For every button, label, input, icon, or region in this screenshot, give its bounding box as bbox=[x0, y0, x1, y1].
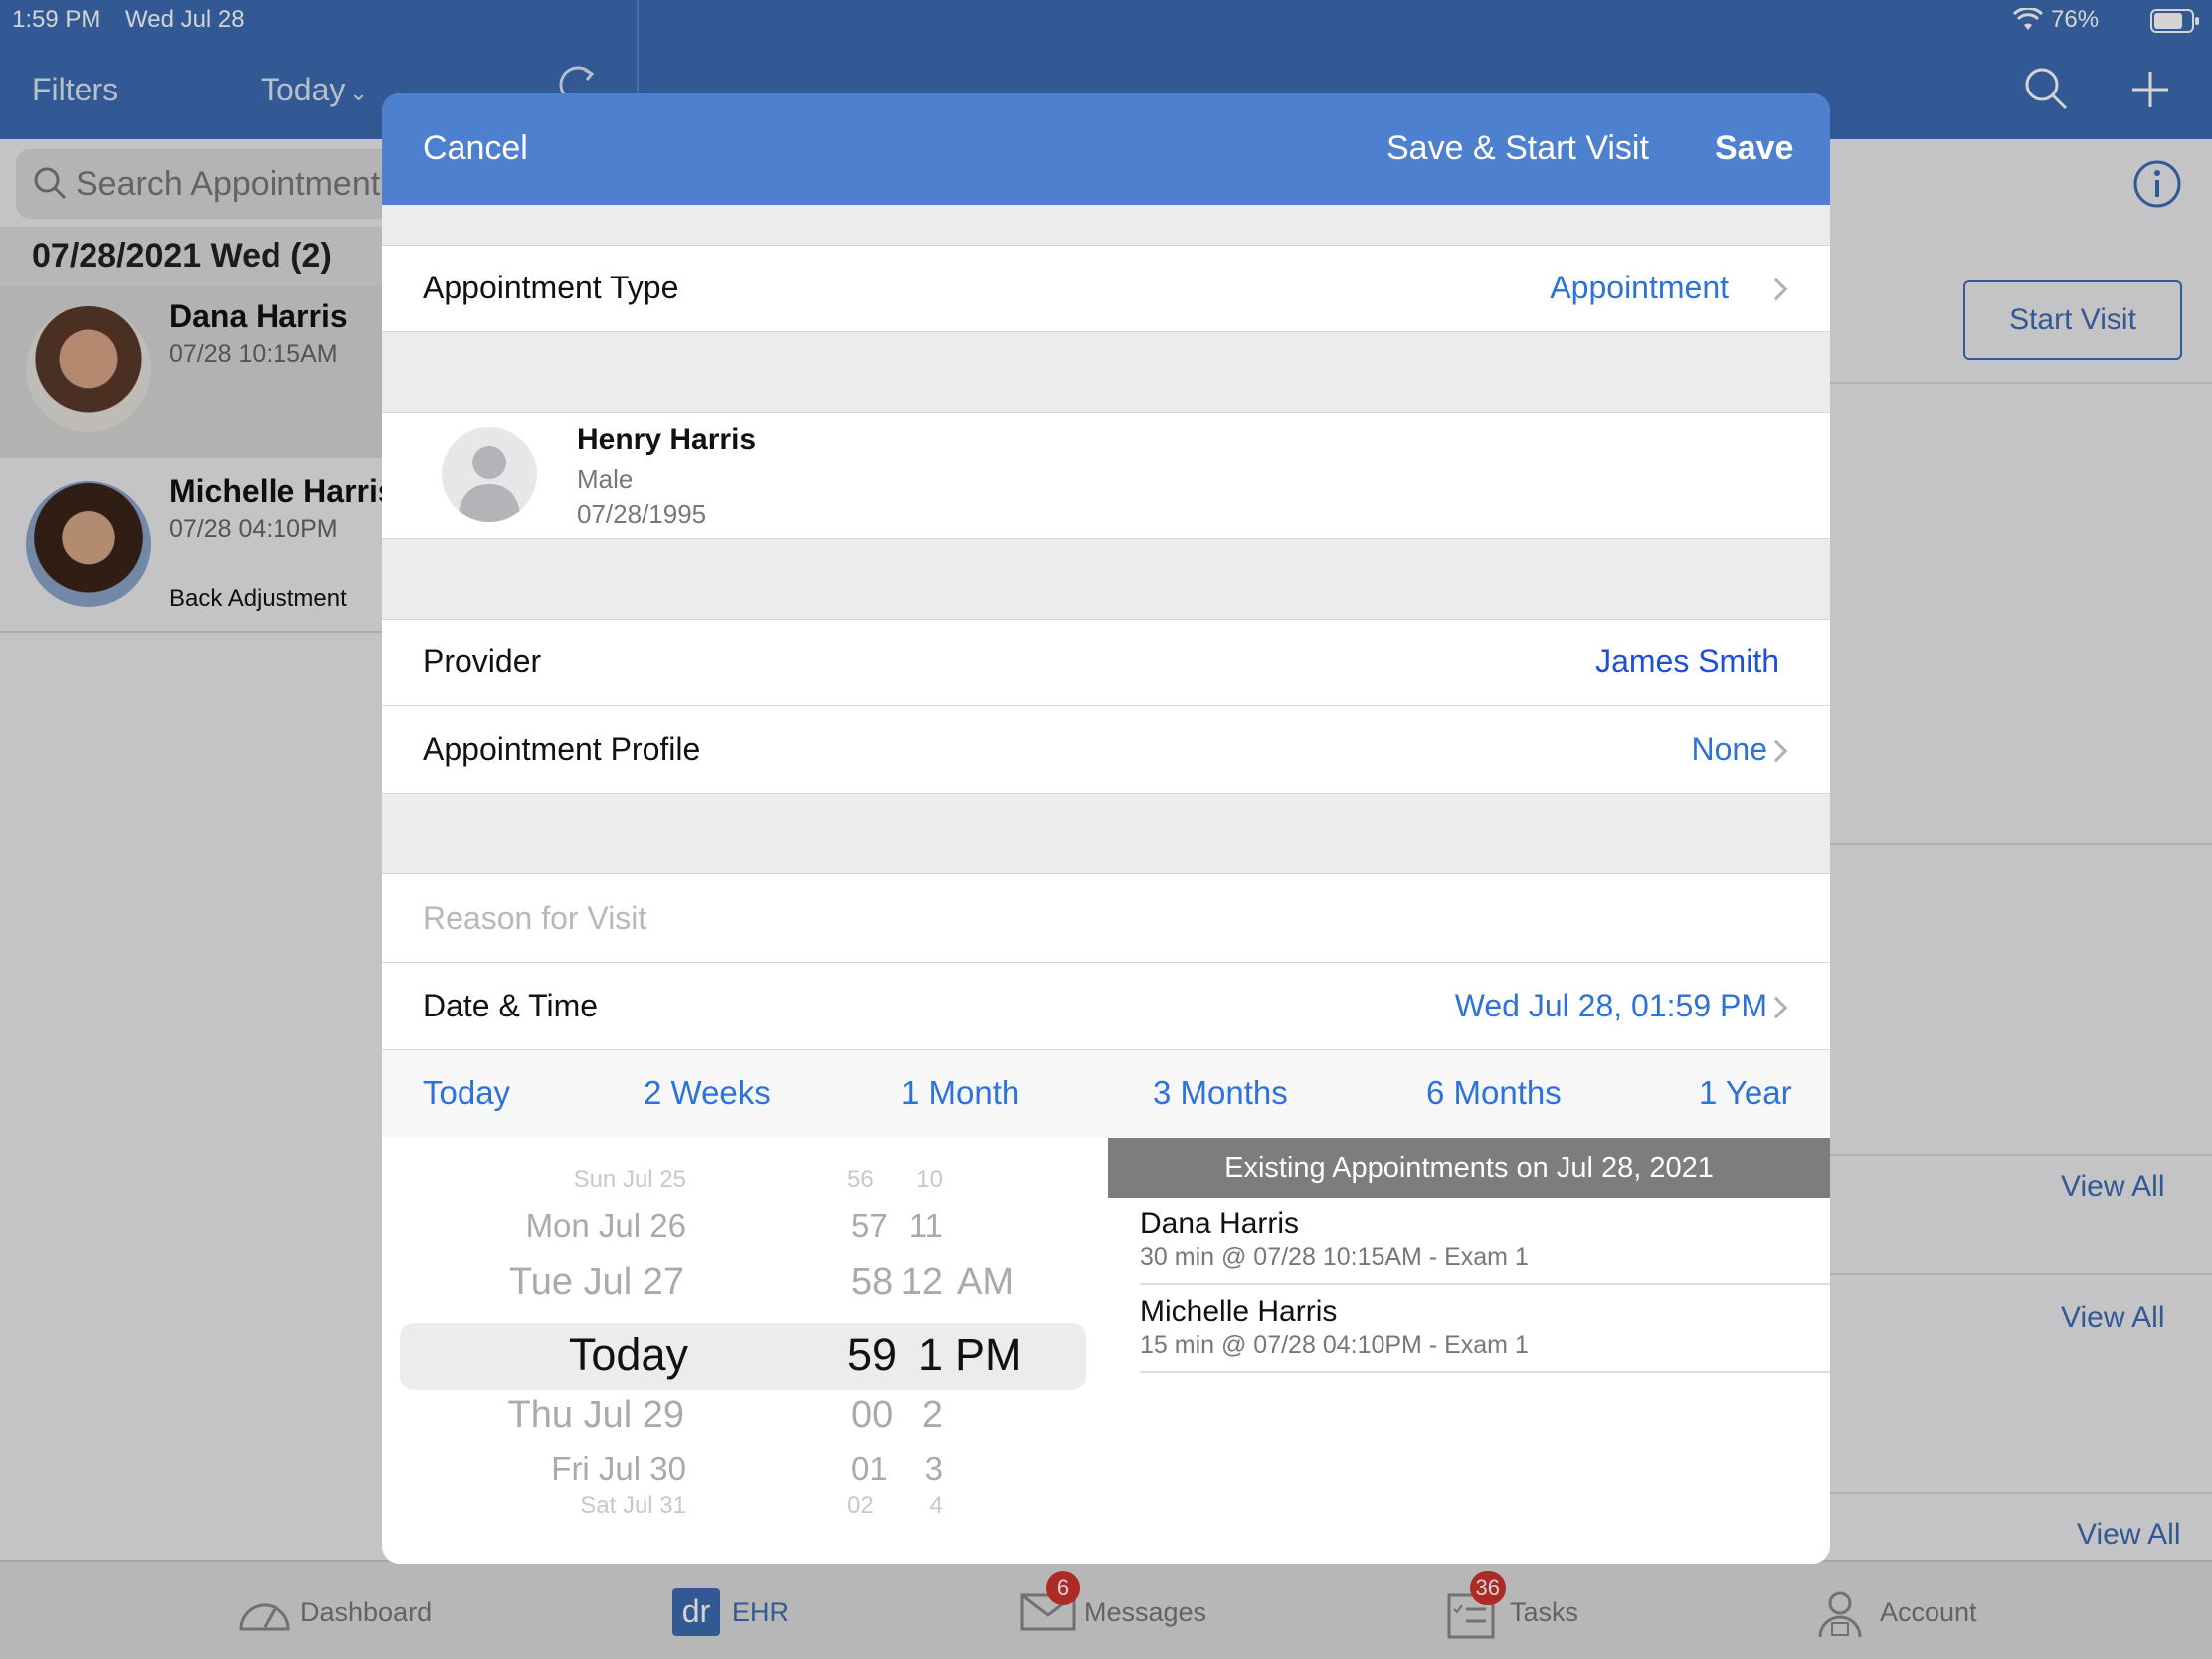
picker-minute-selected[interactable]: 59 bbox=[847, 1329, 897, 1381]
picker-hour[interactable]: 3 bbox=[925, 1450, 943, 1488]
reason-for-visit-placeholder: Reason for Visit bbox=[423, 900, 647, 936]
cancel-button[interactable]: Cancel bbox=[423, 129, 528, 168]
picker-minute[interactable]: 58 bbox=[851, 1261, 893, 1304]
quick-range-3-months[interactable]: 3 Months bbox=[1153, 1074, 1288, 1112]
picker-hour[interactable]: 12 bbox=[901, 1261, 943, 1304]
patient-row[interactable]: Henry Harris Male 07/28/1995 bbox=[382, 412, 1830, 539]
picker-pm-selected[interactable]: PM bbox=[955, 1329, 1022, 1381]
picker-minute[interactable]: 57 bbox=[851, 1207, 888, 1245]
picker-day[interactable]: Fri Jul 30 bbox=[551, 1450, 686, 1488]
picker-minute[interactable]: 02 bbox=[847, 1492, 874, 1520]
provider-label: Provider bbox=[423, 644, 542, 679]
picker-hour[interactable]: 4 bbox=[930, 1492, 943, 1520]
new-appointment-modal: Cancel Save & Start Visit Save Appointme… bbox=[382, 93, 1830, 1564]
provider-value: James Smith bbox=[1595, 644, 1779, 679]
appointment-profile-label: Appointment Profile bbox=[423, 731, 701, 767]
existing-appointments-title: Existing Appointments on Jul 28, 2021 bbox=[1108, 1138, 1830, 1198]
chevron-right-icon bbox=[1764, 739, 1788, 763]
save-and-start-visit-button[interactable]: Save & Start Visit bbox=[1386, 129, 1649, 168]
quick-range-1-year[interactable]: 1 Year bbox=[1699, 1074, 1792, 1112]
picker-hour[interactable]: 11 bbox=[909, 1207, 943, 1245]
divider bbox=[1140, 1371, 1830, 1373]
modal-header: Cancel Save & Start Visit Save bbox=[382, 93, 1830, 205]
chevron-right-icon bbox=[1764, 996, 1788, 1019]
picker-day[interactable]: Sun Jul 25 bbox=[574, 1166, 686, 1194]
picker-minute[interactable]: 56 bbox=[847, 1166, 874, 1194]
appointment-type-row[interactable]: Appointment Type Appointment bbox=[382, 245, 1830, 332]
patient-name: Henry Harris bbox=[577, 423, 757, 456]
picker-day[interactable]: Tue Jul 27 bbox=[509, 1261, 684, 1304]
patient-dob: 07/28/1995 bbox=[577, 499, 707, 529]
chevron-right-icon bbox=[1764, 277, 1788, 301]
quick-range-1-month[interactable]: 1 Month bbox=[901, 1074, 1019, 1112]
picker-hour[interactable]: 10 bbox=[916, 1166, 943, 1194]
save-button[interactable]: Save bbox=[1715, 129, 1793, 168]
divider bbox=[1140, 1283, 1830, 1285]
existing-appointment-detail: 30 min @ 07/28 10:15AM - Exam 1 bbox=[1140, 1243, 1529, 1271]
existing-appointment-detail: 15 min @ 07/28 04:10PM - Exam 1 bbox=[1140, 1331, 1529, 1359]
existing-appointment-name: Dana Harris bbox=[1140, 1207, 1300, 1240]
picker-day[interactable]: Thu Jul 29 bbox=[508, 1394, 684, 1437]
picker-hour[interactable]: 2 bbox=[922, 1394, 943, 1437]
existing-appointment-name: Michelle Harris bbox=[1140, 1295, 1338, 1328]
appointment-profile-row[interactable]: Appointment Profile None bbox=[382, 705, 1830, 794]
quick-range-today[interactable]: Today bbox=[423, 1074, 510, 1112]
reason-for-visit-field[interactable]: Reason for Visit bbox=[382, 873, 1830, 963]
provider-row[interactable]: Provider James Smith bbox=[382, 619, 1830, 706]
existing-appointments-panel: Existing Appointments on Jul 28, 2021 Da… bbox=[1108, 1138, 1830, 1564]
picker-day-selected[interactable]: Today bbox=[569, 1329, 688, 1381]
quick-range-6-months[interactable]: 6 Months bbox=[1426, 1074, 1562, 1112]
picker-day[interactable]: Sat Jul 31 bbox=[580, 1492, 686, 1520]
appointment-profile-value: None bbox=[1691, 731, 1768, 767]
picker-day[interactable]: Mon Jul 26 bbox=[526, 1207, 686, 1245]
date-time-row[interactable]: Date & Time Wed Jul 28, 01:59 PM bbox=[382, 962, 1830, 1050]
quick-range-bar: Today 2 Weeks 1 Month 3 Months 6 Months … bbox=[382, 1050, 1830, 1138]
picker-am[interactable]: AM bbox=[957, 1261, 1014, 1304]
patient-avatar bbox=[442, 427, 537, 522]
picker-hour-selected[interactable]: 1 bbox=[918, 1329, 943, 1381]
quick-range-2-weeks[interactable]: 2 Weeks bbox=[644, 1074, 771, 1112]
date-time-label: Date & Time bbox=[423, 988, 599, 1023]
appointment-type-label: Appointment Type bbox=[423, 270, 679, 305]
picker-minute[interactable]: 01 bbox=[851, 1450, 888, 1488]
patient-gender: Male bbox=[577, 464, 634, 494]
picker-minute[interactable]: 00 bbox=[851, 1394, 893, 1437]
date-time-picker[interactable]: Sun Jul 25 Mon Jul 26 Tue Jul 27 Today T… bbox=[382, 1138, 1108, 1564]
date-time-value: Wed Jul 28, 01:59 PM bbox=[1454, 988, 1767, 1023]
appointment-type-value: Appointment bbox=[1550, 270, 1729, 305]
